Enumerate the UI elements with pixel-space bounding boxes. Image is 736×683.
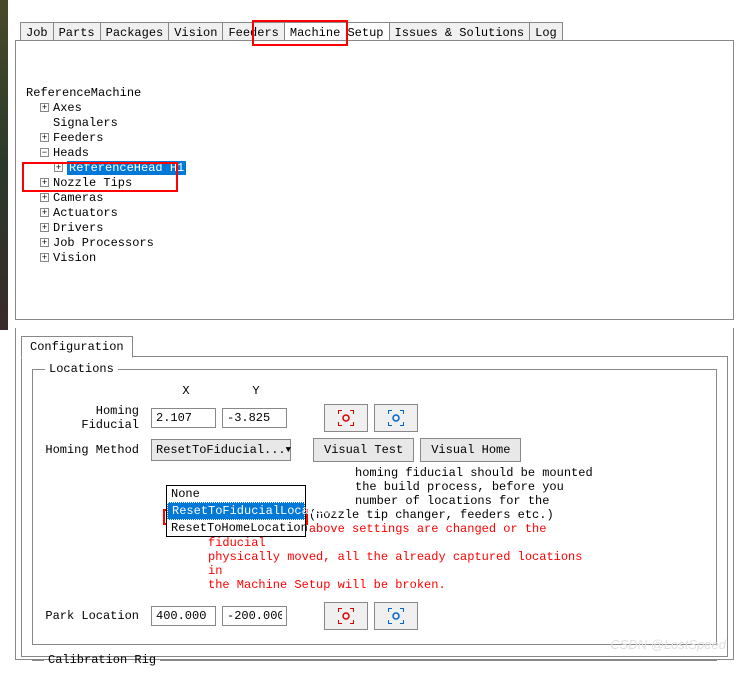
note-line-3: number of locations for the bbox=[355, 494, 704, 508]
tree-signalers[interactable]: Signalers bbox=[26, 116, 723, 131]
tree-root[interactable]: ReferenceMachine bbox=[26, 86, 723, 101]
plus-icon[interactable]: + bbox=[40, 133, 49, 142]
plus-icon[interactable]: + bbox=[40, 178, 49, 187]
plus-icon[interactable]: + bbox=[40, 253, 49, 262]
capture-camera-icon[interactable] bbox=[324, 404, 368, 432]
homing-fiducial-label: Homing Fiducial bbox=[45, 404, 145, 432]
tree-ref-head[interactable]: +ReferenceHead H1 bbox=[26, 161, 723, 176]
x-header: X bbox=[151, 384, 221, 398]
visual-home-button[interactable]: Visual Home bbox=[420, 438, 521, 462]
calibration-legend: Calibration Rig bbox=[44, 653, 160, 667]
tree-actuators[interactable]: +Actuators bbox=[26, 206, 723, 221]
plus-icon[interactable]: + bbox=[40, 223, 49, 232]
homing-method-dropdown[interactable]: None ResetToFiducialLocation ResetToHome… bbox=[166, 485, 306, 537]
note-line-1: homing fiducial should be mounted bbox=[355, 466, 704, 480]
capture-camera-icon[interactable] bbox=[324, 602, 368, 630]
homing-method-select[interactable]: ResetToFiducial... ▼ bbox=[151, 439, 291, 461]
tree-job-processors[interactable]: +Job Processors bbox=[26, 236, 723, 251]
dropdown-option-fiducial[interactable]: ResetToFiducialLocation bbox=[167, 502, 305, 520]
dropdown-option-none[interactable]: None bbox=[167, 486, 305, 502]
homing-method-label: Homing Method bbox=[45, 443, 145, 457]
warn-line-3: the Machine Setup will be broken. bbox=[208, 578, 588, 592]
locations-legend: Locations bbox=[45, 362, 118, 376]
plus-icon[interactable]: + bbox=[54, 163, 63, 172]
park-y[interactable] bbox=[222, 606, 287, 626]
tree-vision[interactable]: +Vision bbox=[26, 251, 723, 266]
watermark: CSDN @LostSpeed bbox=[610, 637, 726, 652]
machine-tree[interactable]: ReferenceMachine +Axes Signalers +Feeder… bbox=[15, 40, 734, 320]
plus-icon[interactable]: + bbox=[40, 238, 49, 247]
warn-line-2: physically moved, all the already captur… bbox=[208, 550, 588, 578]
note-line-2: the build process, before you bbox=[355, 480, 704, 494]
park-x[interactable] bbox=[151, 606, 216, 626]
locations-group: Locations X Y Homing Fiducial Homing Met… bbox=[32, 362, 717, 645]
plus-icon[interactable]: + bbox=[40, 103, 49, 112]
dropdown-option-home[interactable]: ResetToHomeLocation bbox=[167, 520, 305, 536]
visual-test-button[interactable]: Visual Test bbox=[313, 438, 414, 462]
tree-heads[interactable]: −Heads bbox=[26, 146, 723, 161]
calibration-group: Calibration Rig bbox=[32, 653, 717, 683]
tree-feeders[interactable]: +Feeders bbox=[26, 131, 723, 146]
move-camera-icon[interactable] bbox=[374, 404, 418, 432]
tree-nozzle-tips[interactable]: +Nozzle Tips bbox=[26, 176, 723, 191]
homing-fiducial-x[interactable] bbox=[151, 408, 216, 428]
park-location-label: Park Location bbox=[45, 609, 145, 623]
plus-icon[interactable]: + bbox=[40, 193, 49, 202]
tree-drivers[interactable]: +Drivers bbox=[26, 221, 723, 236]
tree-axes[interactable]: +Axes bbox=[26, 101, 723, 116]
move-camera-icon[interactable] bbox=[374, 602, 418, 630]
minus-icon[interactable]: − bbox=[40, 148, 49, 157]
homing-fiducial-y[interactable] bbox=[222, 408, 287, 428]
tree-cameras[interactable]: +Cameras bbox=[26, 191, 723, 206]
tab-configuration[interactable]: Configuration bbox=[21, 336, 133, 358]
config-panel: Configuration Locations X Y Homing Fiduc… bbox=[15, 328, 734, 660]
plus-icon[interactable]: + bbox=[40, 208, 49, 217]
y-header: Y bbox=[221, 384, 291, 398]
chevron-down-icon: ▼ bbox=[286, 445, 291, 455]
